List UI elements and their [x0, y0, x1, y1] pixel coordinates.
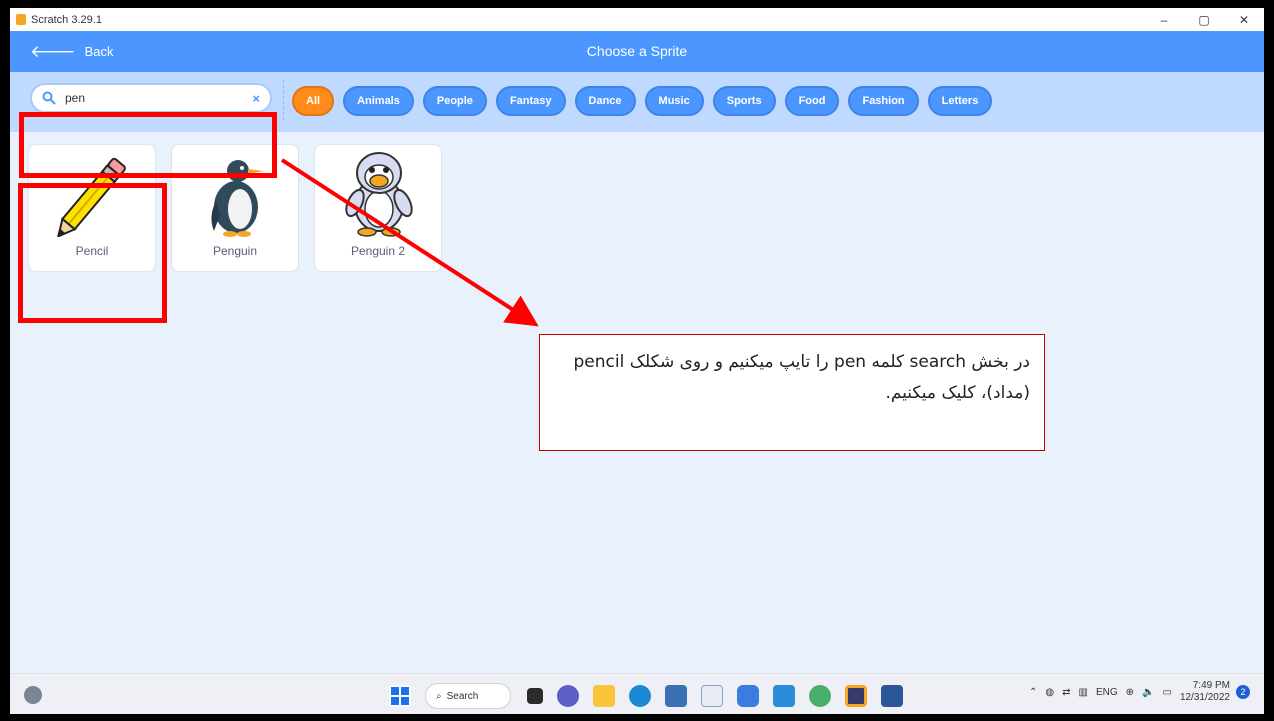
- battery-icon[interactable]: ▭: [1162, 687, 1171, 698]
- volume-icon[interactable]: 🔈: [1142, 687, 1154, 698]
- clock[interactable]: 7:49 PM 12/31/2022: [1180, 680, 1230, 704]
- screen: Scratch 3.29.1 – ▢ ✕ 🡐 Back Choose a Spr…: [10, 8, 1264, 714]
- annotation-callout: در بخش search کلمه pen را تایپ میکنیم و …: [539, 334, 1045, 451]
- network-icon[interactable]: ◍: [1045, 687, 1054, 698]
- scratch-taskbar-icon[interactable]: [845, 685, 867, 707]
- search-icon: ⌕: [436, 690, 442, 702]
- windows-start-icon[interactable]: [389, 685, 411, 707]
- app-icon[interactable]: [773, 685, 795, 707]
- taskbar: ⌕ Search ⌃ ◍ ⇄ ▥ ENG ⊕ 🔈 ▭ 7:49 PM 12/31…: [10, 673, 1264, 714]
- widgets-icon[interactable]: [24, 686, 42, 704]
- store-icon[interactable]: [665, 685, 687, 707]
- settings-icon[interactable]: ⇄: [1062, 687, 1070, 698]
- clock-date: 12/31/2022: [1179, 692, 1230, 703]
- file-explorer-icon[interactable]: [593, 685, 615, 707]
- app-icon[interactable]: [737, 685, 759, 707]
- notification-badge[interactable]: 2: [1236, 685, 1250, 699]
- paint-icon[interactable]: [809, 685, 831, 707]
- edge-icon[interactable]: [629, 685, 651, 707]
- meter-icon[interactable]: ▥: [1079, 687, 1088, 698]
- app-icon[interactable]: [701, 685, 723, 707]
- language-indicator[interactable]: ENG: [1096, 687, 1118, 698]
- word-icon[interactable]: [881, 685, 903, 707]
- chat-icon[interactable]: [557, 685, 579, 707]
- clock-time: 7:49 PM: [1192, 680, 1230, 691]
- globe-icon[interactable]: ⊕: [1126, 687, 1134, 698]
- taskbar-search-label: Search: [446, 690, 479, 702]
- taskbar-apps: ⌕ Search: [389, 683, 917, 709]
- chevron-up-icon[interactable]: ⌃: [1029, 687, 1037, 698]
- task-view-icon[interactable]: [527, 688, 543, 704]
- taskbar-search[interactable]: ⌕ Search: [425, 683, 511, 709]
- system-tray: ⌃ ◍ ⇄ ▥ ENG ⊕ 🔈 ▭ 7:49 PM 12/31/2022 2: [1029, 680, 1250, 704]
